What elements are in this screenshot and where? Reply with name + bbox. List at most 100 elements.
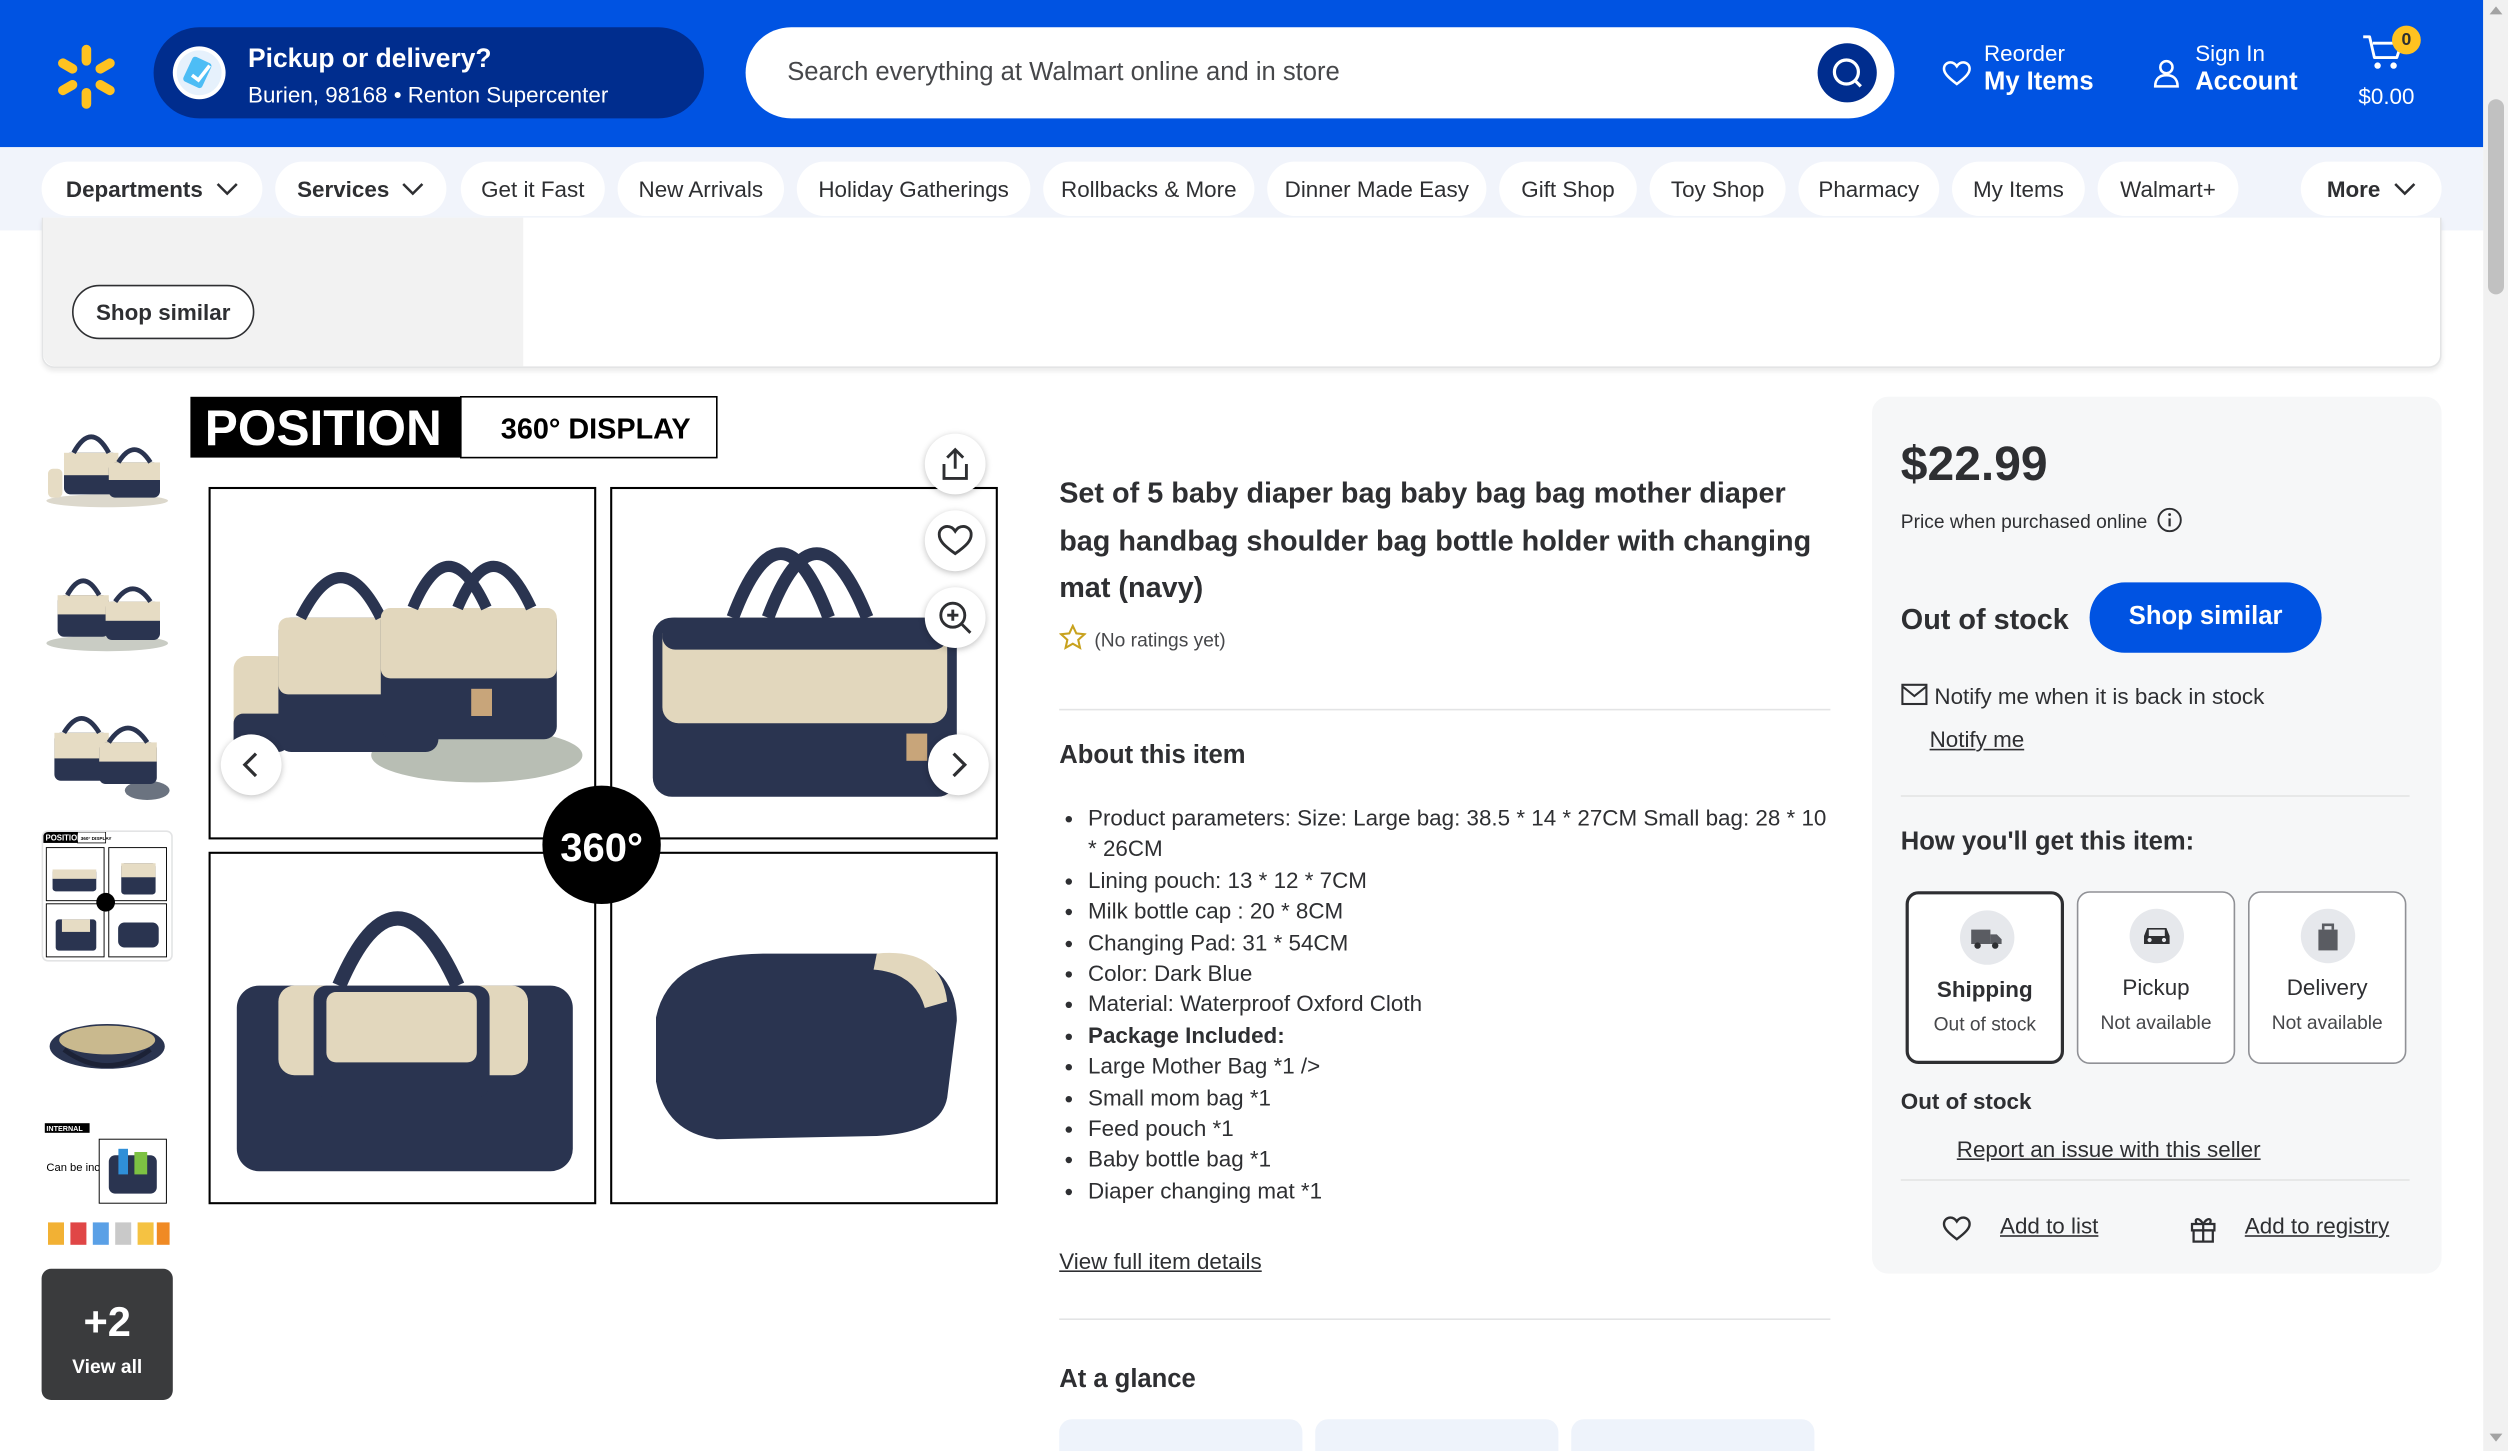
previous-image-button[interactable]	[220, 734, 282, 796]
reorder-label: Reorder	[1984, 40, 2065, 66]
view-full-details-link[interactable]: View full item details	[1059, 1248, 1262, 1274]
thumbnail-4-selected[interactable]: POSITION 360° DISPLAY	[41, 830, 173, 962]
position-360-display-image: POSITION 360° DISPLAY 360°	[190, 396, 998, 1205]
nav-toy-shop[interactable]: Toy Shop	[1649, 161, 1786, 216]
scrollbar-thumb[interactable]	[2488, 99, 2504, 295]
glance-card	[1059, 1419, 1303, 1451]
services-menu-button[interactable]: Services	[275, 161, 447, 216]
nav-holiday-gatherings[interactable]: Holiday Gatherings	[796, 161, 1031, 216]
reorder-my-items-link[interactable]: Reorder My Items	[1942, 40, 2094, 98]
pickup-status: Not available	[2100, 1011, 2212, 1034]
add-to-registry-button[interactable]: Add to registry	[2189, 1213, 2389, 1243]
thumbnail-2[interactable]	[41, 544, 173, 676]
diaper-bag-set-image	[46, 434, 168, 508]
notify-text: Notify me when it is back in stock	[1934, 683, 2265, 709]
page-scrollbar[interactable]	[2483, 0, 2508, 1451]
my-items-label: My Items	[1984, 68, 2094, 96]
zoom-button[interactable]	[924, 587, 986, 648]
info-icon[interactable]	[2157, 507, 2183, 533]
at-a-glance-heading: At a glance	[1059, 1366, 1196, 1394]
stock-status: Out of stock	[1900, 603, 2069, 636]
divider	[1059, 1318, 1831, 1320]
list-item: Small mom bag *1	[1059, 1083, 1827, 1114]
about-item-heading: About this item	[1059, 742, 1246, 770]
walmart-spark-logo[interactable]	[53, 43, 120, 110]
nav-my-items[interactable]: My Items	[1952, 161, 2085, 216]
list-item: Baby bottle bag *1	[1059, 1145, 1827, 1176]
heart-icon	[937, 524, 973, 556]
search-input[interactable]	[787, 46, 1796, 101]
chevron-down-icon	[402, 183, 424, 196]
position-banner-text: POSITION	[205, 400, 442, 456]
global-header: Pickup or delivery? Burien, 98168 • Rent…	[0, 0, 2484, 148]
chevron-down-icon	[216, 183, 238, 196]
cart-link[interactable]: 0 $0.00	[2358, 25, 2435, 112]
list-item: Lining pouch: 13 * 12 * 7CM	[1059, 865, 1827, 896]
glance-card	[1315, 1419, 1559, 1451]
product-page: Pickup or delivery? Burien, 98168 • Rent…	[0, 0, 2508, 1451]
nav-get-it-fast[interactable]: Get it Fast	[460, 161, 605, 216]
pickup-option[interactable]: Pickup Not available	[2076, 891, 2236, 1064]
add-to-list-button[interactable]: Add to list	[1942, 1213, 2098, 1241]
pickup-zip: Burien, 98168	[248, 81, 388, 108]
shipping-status: Out of stock	[1933, 1012, 2037, 1036]
scroll-down-arrow[interactable]	[2489, 1433, 2503, 1442]
envelope-icon	[1901, 683, 1928, 706]
sign-in-account-link[interactable]: Sign In Account	[2153, 40, 2298, 98]
fulfillment-stock-status: Out of stock	[1900, 1088, 2032, 1114]
departments-label: Departments	[65, 176, 203, 202]
nav-gift-shop[interactable]: Gift Shop	[1499, 161, 1637, 216]
cart-total: $0.00	[2358, 83, 2415, 109]
shipping-option[interactable]: Shipping Out of stock	[1905, 891, 2064, 1064]
shop-similar-button[interactable]: Shop similar	[72, 284, 255, 340]
view-all-images-button[interactable]: +2 View all	[41, 1268, 173, 1400]
next-image-button[interactable]	[928, 734, 989, 796]
nav-dinner-made-easy[interactable]: Dinner Made Easy	[1267, 161, 1487, 216]
list-item: Color: Dark Blue	[1059, 958, 1827, 989]
thumb-360-display-text: 360° DISPLAY	[81, 836, 113, 841]
list-item: Milk bottle cap : 20 * 8CM	[1059, 896, 1827, 927]
nav-walmart-plus[interactable]: Walmart+	[2097, 161, 2239, 216]
nav-rollbacks-more[interactable]: Rollbacks & More	[1043, 161, 1255, 216]
list-item: Material: Waterproof Oxford Cloth	[1059, 990, 1827, 1021]
notify-me-link[interactable]: Notify me	[1930, 726, 2025, 752]
favorite-button[interactable]	[924, 510, 986, 572]
thumbnail-5[interactable]	[41, 979, 173, 1111]
departments-menu-button[interactable]: Departments	[41, 161, 263, 216]
thumbnail-1[interactable]	[41, 398, 173, 530]
account-label: Account	[2195, 68, 2298, 96]
thumb-position-text: POSITION	[46, 834, 84, 843]
delivery-option[interactable]: Delivery Not available	[2248, 891, 2407, 1064]
thumbnail-3[interactable]	[41, 688, 173, 820]
pickup-delivery-selector[interactable]: Pickup or delivery? Burien, 98168 • Rent…	[153, 27, 832, 119]
search-button[interactable]	[1817, 43, 1877, 103]
price-note: Price when purchased online	[1901, 507, 2182, 533]
diaper-bag-set-image	[46, 578, 168, 652]
chevron-right-icon	[952, 752, 968, 778]
rating-text: (No ratings yet)	[1094, 628, 1226, 652]
divider	[1059, 708, 1831, 711]
share-button[interactable]	[924, 433, 986, 495]
services-label: Services	[297, 176, 390, 202]
list-item: Package Included:	[1059, 1021, 1827, 1052]
gift-icon	[2190, 1218, 2216, 1243]
internal-capacity-image: INTERNAL Can be included	[44, 1123, 170, 1245]
search-icon	[1832, 58, 1862, 88]
list-item: Feed pouch *1	[1059, 1114, 1827, 1145]
car-icon	[2129, 908, 2184, 964]
list-item: Changing Pad: 31 * 54CM	[1059, 927, 1827, 958]
pickup-location: Burien, 98168 • Renton Supercenter	[248, 81, 609, 108]
thumbnail-6[interactable]: INTERNAL Can be included	[41, 1120, 173, 1252]
more-menu-button[interactable]: More	[2300, 161, 2442, 216]
user-icon	[2153, 59, 2179, 88]
delivery-label: Delivery	[2286, 974, 2368, 1000]
main-product-image: POSITION 360° DISPLAY 360°	[189, 394, 1005, 1213]
bag-interior-image	[49, 1024, 165, 1069]
shop-similar-button[interactable]: Shop similar	[2089, 582, 2322, 653]
chevron-left-icon	[242, 752, 258, 778]
scroll-up-arrow[interactable]	[2489, 6, 2503, 15]
nav-pharmacy[interactable]: Pharmacy	[1798, 161, 1940, 216]
delivery-bag-icon	[2300, 908, 2356, 964]
report-seller-issue-link[interactable]: Report an issue with this seller	[1957, 1136, 2261, 1162]
nav-new-arrivals[interactable]: New Arrivals	[617, 161, 784, 216]
